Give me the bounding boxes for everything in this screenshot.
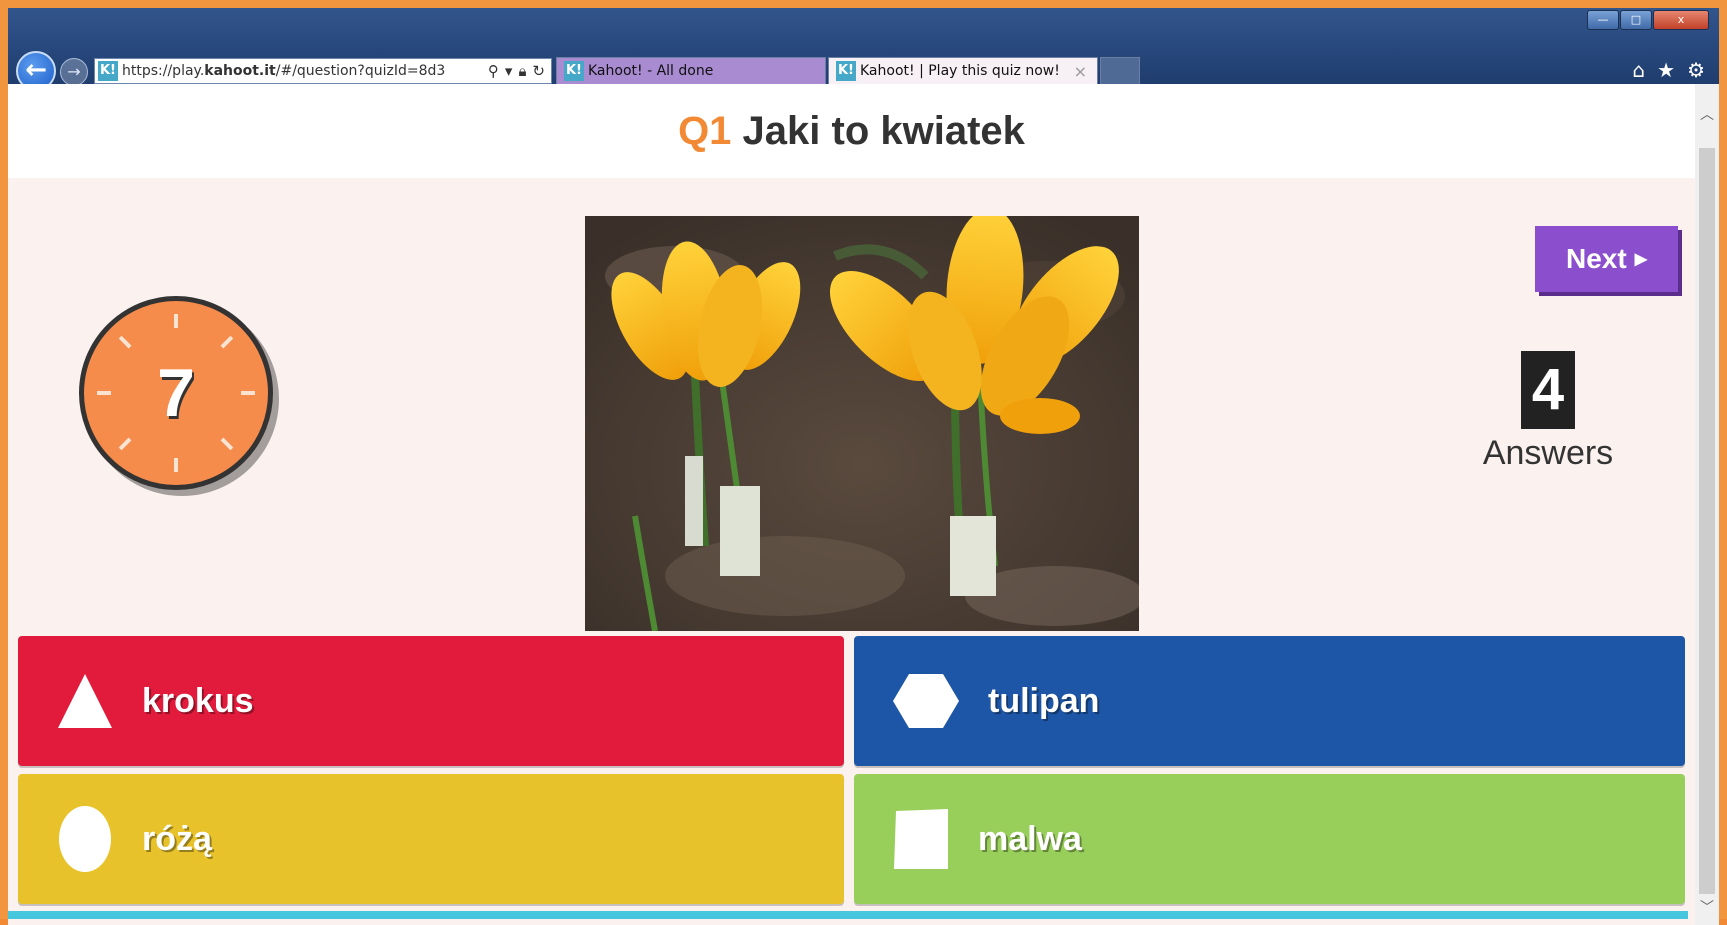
answers-count: 4 (1521, 351, 1575, 429)
answer-label: malwa (978, 819, 1082, 858)
search-icon[interactable]: ⚲ (488, 62, 499, 80)
triangle-icon (58, 674, 112, 728)
answer-tile-yellow[interactable]: różą (18, 774, 844, 904)
tab-all-done[interactable]: K! Kahoot! - All done (556, 57, 826, 85)
timer-value: 7 (157, 355, 195, 431)
vertical-scrollbar[interactable]: ︿ ﹀ (1695, 84, 1719, 925)
page-content: Q1 Jaki to kwiatek 7 Next ▶ 4 Answers kr… (8, 84, 1695, 925)
address-url[interactable]: https://play.kahoot.it/#/question?quizId… (122, 63, 482, 79)
answer-label: krokus (142, 681, 254, 720)
address-bar[interactable]: K! https://play.kahoot.it/#/question?qui… (94, 58, 552, 84)
answer-label: tulipan (988, 681, 1100, 720)
tab-close-icon[interactable]: × (1074, 62, 1087, 81)
tab-favicon-icon: K! (564, 61, 584, 81)
new-tab-button[interactable] (1100, 57, 1140, 85)
question-number: Q1 (678, 109, 732, 153)
answer-tile-blue[interactable]: tulipan (854, 636, 1685, 766)
site-favicon-icon: K! (98, 61, 118, 81)
dropdown-icon[interactable]: ▾ (505, 62, 513, 80)
minimize-button[interactable]: — (1587, 10, 1619, 30)
browser-chrome: — □ x ← → K! https://play.kahoot.it/#/qu… (8, 8, 1719, 91)
question-header: Q1 Jaki to kwiatek (8, 84, 1695, 178)
bottom-status-strip (8, 911, 1688, 919)
home-icon[interactable]: ⌂ (1632, 58, 1645, 82)
next-button[interactable]: Next ▶ (1535, 226, 1678, 292)
answer-grid: krokus tulipan różą malwa (18, 636, 1685, 925)
settings-gear-icon[interactable]: ⚙ (1687, 58, 1705, 82)
hexagon-icon (893, 674, 959, 728)
scrollbar-thumb[interactable] (1699, 148, 1715, 894)
question-text: Jaki to kwiatek (742, 109, 1025, 153)
close-window-button[interactable]: x (1653, 10, 1709, 30)
next-button-label: Next (1565, 243, 1627, 274)
answer-label: różą (142, 819, 212, 858)
restore-button[interactable]: □ (1620, 10, 1652, 30)
countdown-timer: 7 (79, 296, 273, 490)
ellipse-icon (59, 806, 111, 872)
question-image-crocus (585, 216, 1139, 631)
forward-button[interactable]: → (60, 58, 88, 86)
answer-tile-red[interactable]: krokus (18, 636, 844, 766)
tab-title: Kahoot! - All done (588, 63, 714, 79)
scroll-down-arrow-icon[interactable]: ﹀ (1695, 897, 1719, 917)
chevron-right-icon: ▶ (1634, 251, 1647, 268)
browser-window: — □ x ← → K! https://play.kahoot.it/#/qu… (0, 0, 1727, 925)
lock-icon[interactable]: 🔒︎ (518, 62, 526, 80)
refresh-icon[interactable]: ↻ (532, 62, 545, 80)
tab-play-quiz[interactable]: K! Kahoot! | Play this quiz now! × (828, 57, 1098, 85)
answers-counter: 4 (1508, 351, 1588, 429)
window-controls: — □ x (1587, 10, 1709, 30)
favorites-star-icon[interactable]: ★ (1657, 58, 1675, 82)
answer-tile-green[interactable]: malwa (854, 774, 1685, 904)
tab-title: Kahoot! | Play this quiz now! (860, 63, 1060, 79)
square-icon (894, 809, 948, 869)
tab-favicon-icon: K! (836, 61, 856, 81)
scroll-up-arrow-icon[interactable]: ︿ (1695, 104, 1719, 124)
answers-label: Answers (1482, 434, 1614, 472)
